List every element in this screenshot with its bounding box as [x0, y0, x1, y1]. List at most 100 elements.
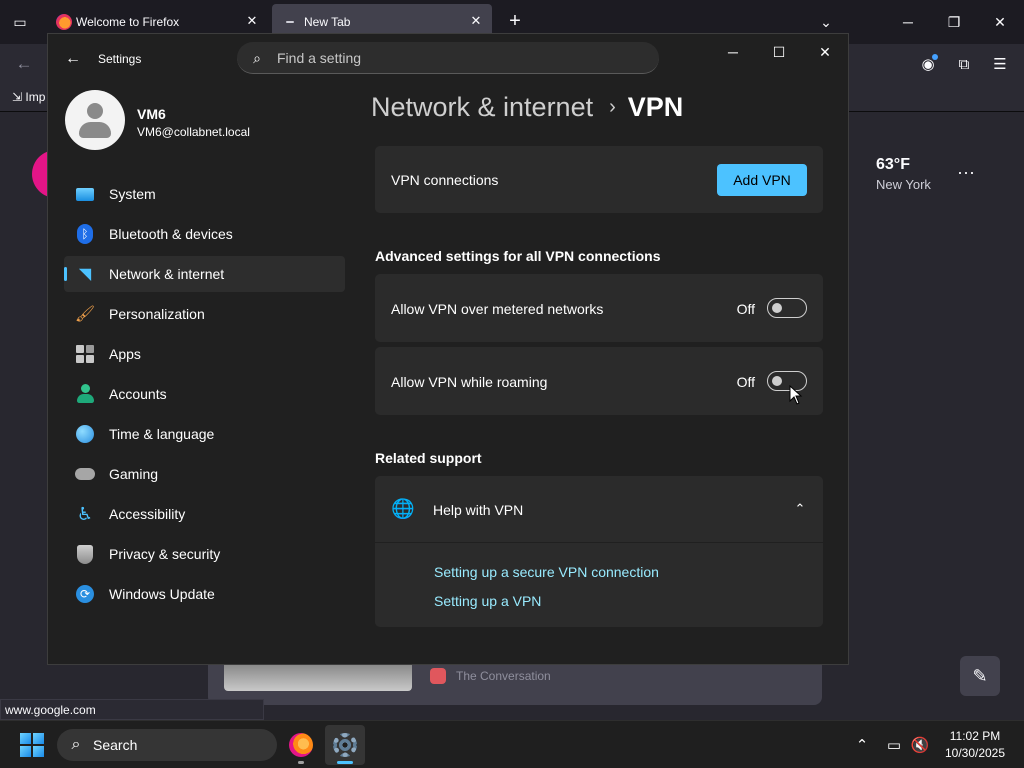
close-icon[interactable]: ✕	[813, 40, 837, 64]
back-arrow-icon[interactable]: ←	[62, 48, 84, 70]
sidebar-item-label: Network & internet	[109, 266, 225, 282]
chevron-up-icon[interactable]: ⌃	[852, 735, 872, 755]
metered-networks-setting: Allow VPN over metered networks Off	[375, 274, 823, 342]
chevron-up-icon[interactable]: ⌃	[791, 500, 809, 518]
tab-close-icon[interactable]: ✕	[244, 13, 260, 29]
breadcrumb-parent[interactable]: Network & internet	[371, 92, 593, 122]
close-icon[interactable]: ✕	[988, 10, 1012, 34]
list-all-tabs-chevron-icon[interactable]: ⌄	[816, 12, 836, 32]
setting-label: Allow VPN while roaming	[391, 374, 548, 390]
sidebar-item-label: Accessibility	[109, 506, 186, 522]
search-icon: ⌕	[71, 736, 81, 753]
settings-window: ← Settings ⌕ ─ ☐ ✕ VM6 VM6@collabnet.loc…	[47, 33, 849, 665]
accessibility-icon: ♿	[76, 503, 94, 524]
sidebar-item-personalization[interactable]: 🖌 Personalization	[64, 296, 345, 332]
back-arrow-icon[interactable]: ←	[12, 53, 36, 75]
brush-icon: 🖌	[74, 306, 96, 323]
sidebar-item-network-internet[interactable]: ◥ Network & internet	[64, 256, 345, 292]
tab-close-icon[interactable]: ✕	[468, 13, 484, 29]
maximize-icon[interactable]: ☐	[767, 40, 791, 64]
add-vpn-button[interactable]: Add VPN	[717, 164, 807, 196]
system-icon	[75, 184, 95, 204]
avatar-head-icon	[87, 103, 103, 119]
sidebar-item-label: Personalization	[109, 306, 205, 322]
taskbar-firefox[interactable]	[281, 725, 321, 765]
sidebar-item-windows-update[interactable]: ⟳ Windows Update	[64, 576, 345, 612]
hamburger-menu-icon[interactable]: ☰	[989, 53, 1011, 75]
search-input[interactable]	[277, 48, 637, 68]
taskbar: ⌕ Search ⌃ ▭ 🔇 11:02 PM 10/30/2025	[0, 720, 1024, 768]
bluetooth-icon: ᛒ	[75, 224, 95, 244]
app-title: Settings	[98, 52, 142, 66]
minimize-icon[interactable]: ─	[896, 10, 920, 34]
help-link-secure-vpn[interactable]: Setting up a secure VPN connection	[434, 564, 659, 580]
accounts-icon	[75, 384, 95, 404]
help-with-vpn-expander[interactable]: 🌐 Help with VPN ⌃	[375, 476, 823, 542]
restore-icon[interactable]: ❐	[942, 10, 966, 34]
help-link-setting-up-vpn[interactable]: Setting up a VPN	[434, 593, 541, 609]
sidebar-item-label: Time & language	[109, 426, 215, 442]
help-title: Help with VPN	[433, 502, 524, 518]
advanced-settings-title: Advanced settings for all VPN connection…	[375, 248, 661, 264]
extensions-puzzle-icon[interactable]: ⧉	[953, 53, 975, 75]
setting-label: Allow VPN over metered networks	[391, 301, 604, 317]
sidebar-item-accessibility[interactable]: ♿ Accessibility	[64, 496, 345, 532]
story-source-icon	[430, 668, 446, 684]
story-source: The Conversation	[456, 669, 551, 683]
weather-more-options-icon[interactable]: ···	[954, 160, 978, 184]
sidebar-item-label: Apps	[109, 346, 141, 362]
sidebar-item-gaming[interactable]: Gaming	[64, 456, 345, 492]
avatar[interactable]	[65, 90, 125, 150]
sidebar-item-apps[interactable]: Apps	[64, 336, 345, 372]
page-title: VPN	[627, 92, 684, 122]
sidebar-item-label: Accounts	[109, 386, 167, 402]
sidebar-item-system[interactable]: System	[64, 176, 345, 212]
toggle-knob	[772, 376, 782, 386]
customize-pencil-button[interactable]: ✎	[960, 656, 1000, 696]
firefox-view-icon[interactable]: ▭	[8, 10, 32, 34]
clock-date[interactable]: 10/30/2025	[940, 746, 1010, 760]
globe-help-icon: 🌐	[391, 499, 415, 520]
sidebar-item-time-language[interactable]: Time & language	[64, 416, 345, 452]
sidebar-item-accounts[interactable]: Accounts	[64, 376, 345, 412]
sidebar-item-bluetooth-devices[interactable]: ᛒ Bluetooth & devices	[64, 216, 345, 252]
mouse-cursor-icon	[789, 385, 803, 405]
sidebar-item-label: Privacy & security	[109, 546, 221, 562]
windows-start-icon[interactable]	[20, 733, 44, 757]
sidebar-item-label: Windows Update	[109, 586, 215, 602]
weather-temperature: 63°F	[876, 156, 910, 173]
import-bookmarks-label: Imp	[25, 90, 46, 104]
display-icon[interactable]: ▭	[884, 735, 904, 755]
tab-title: New Tab	[304, 15, 351, 29]
minimize-icon[interactable]: ─	[721, 40, 745, 64]
apps-icon	[75, 344, 95, 364]
breadcrumb-chevron-icon: ›	[609, 96, 616, 118]
account-icon[interactable]: ◉	[917, 53, 939, 75]
globe-icon	[75, 424, 95, 444]
related-support-title: Related support	[375, 450, 482, 466]
clock-time[interactable]: 11:02 PM	[940, 729, 1010, 743]
notification-dot-icon	[932, 54, 938, 60]
import-bookmarks-button[interactable]: ⇲ Imp	[12, 90, 45, 104]
settings-nav: System ᛒ Bluetooth & devices ◥ Network &…	[64, 176, 345, 616]
taskbar-settings[interactable]	[325, 725, 365, 765]
running-indicator	[298, 761, 304, 764]
avatar-body-icon	[79, 122, 111, 138]
sidebar-item-privacy-security[interactable]: Privacy & security	[64, 536, 345, 572]
metered-networks-toggle[interactable]	[767, 298, 807, 318]
status-url-tooltip: www.google.com	[0, 699, 264, 720]
help-links-panel: Setting up a secure VPN connection Setti…	[375, 543, 823, 627]
firefox-icon	[289, 733, 313, 757]
new-tab-button[interactable]: +	[504, 10, 526, 32]
story-thumbnail	[224, 665, 412, 691]
taskbar-search[interactable]: ⌕ Search	[57, 729, 277, 761]
search-box[interactable]: ⌕	[237, 42, 659, 74]
sidebar-item-label: System	[109, 186, 156, 202]
toggle-state-label: Off	[736, 374, 755, 390]
vpn-connections-label: VPN connections	[391, 172, 499, 188]
speaker-muted-icon[interactable]: 🔇	[910, 735, 930, 755]
roaming-setting: Allow VPN while roaming Off	[375, 347, 823, 415]
active-indicator	[337, 761, 353, 764]
firefox-favicon-icon	[56, 14, 72, 30]
vpn-connections-card: VPN connections Add VPN	[375, 146, 823, 213]
